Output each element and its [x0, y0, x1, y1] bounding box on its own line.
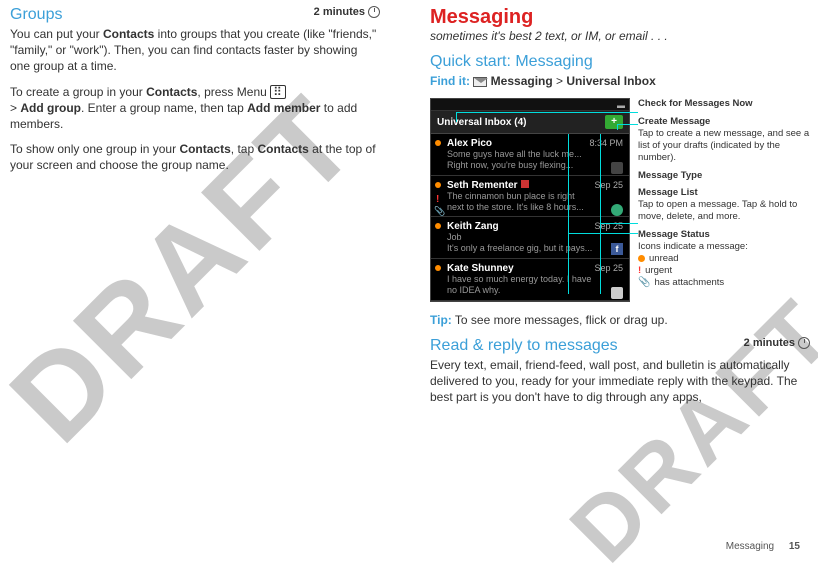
clock-icon: [368, 6, 380, 18]
callout-check: Check for Messages Now: [638, 98, 810, 110]
page-footer: Messaging 15: [726, 541, 800, 552]
msg-time: Sep 25: [594, 180, 623, 190]
callout-create: Create Message Tap to create a new messa…: [638, 116, 810, 164]
legend-unread: unread: [638, 253, 810, 265]
callout-status: Message Status Icons indicate a message:…: [638, 229, 810, 289]
paperclip-icon: 📎: [638, 277, 650, 290]
mail-icon: [611, 287, 623, 299]
tip-line: Tip: To see more messages, flick or drag…: [430, 312, 810, 328]
signal-icon: [617, 102, 625, 108]
urgent-mark-icon: !: [638, 265, 641, 277]
quickstart-heading: Quick start: Messaging: [430, 53, 810, 71]
clock-icon: [798, 337, 810, 349]
callout-type: Message Type: [638, 170, 810, 182]
unread-icon: [435, 265, 441, 271]
envelope-icon: [473, 77, 487, 87]
find-path-b: Universal Inbox: [566, 74, 655, 88]
badge-text: 2 minutes: [314, 6, 365, 18]
groups-p3: To show only one group in your Contacts,…: [10, 141, 380, 173]
find-it-label: Find it:: [430, 74, 470, 88]
msg-preview: Some guys have all the luck me...: [447, 149, 623, 160]
menu-icon: [270, 85, 286, 99]
msg-time: 8:34 PM: [589, 138, 623, 148]
footer-section: Messaging: [726, 541, 774, 552]
readreply-time-badge: 2 minutes: [744, 337, 810, 349]
legend-urgent: !urgent: [638, 265, 810, 277]
compose-button[interactable]: +: [605, 115, 623, 129]
messaging-heading: Messaging: [430, 6, 810, 29]
msg-preview2: It's only a freelance gig, but it pays..…: [447, 243, 623, 254]
tip-label: Tip:: [430, 313, 452, 327]
find-it-line: Find it: Messaging > Universal Inbox: [430, 73, 810, 89]
phone-statusbar: [431, 99, 629, 111]
unread-icon: [435, 140, 441, 146]
groups-p1: You can put your Contacts into groups th…: [10, 26, 380, 75]
messaging-subtitle: sometimes it's best 2 text, or IM, or em…: [430, 29, 810, 43]
globe-icon: [611, 204, 623, 216]
facebook-icon: f: [611, 243, 623, 255]
flag-icon: [521, 180, 529, 188]
inbox-title: Universal Inbox (4): [437, 117, 526, 128]
left-column: 2 minutes Groups You can put your Contac…: [10, 6, 380, 183]
phone-header: Universal Inbox (4) +: [431, 111, 629, 134]
msg-preview2: Right now, you're busy flexing...: [447, 160, 623, 171]
unread-dot-icon: [638, 255, 645, 262]
groups-p2: To create a group in your Contacts, pres…: [10, 84, 380, 133]
unread-icon: [435, 182, 441, 188]
msg-preview2: next to the store. It's like 8 hours...: [447, 202, 623, 213]
msg-time: Sep 25: [594, 263, 623, 273]
callouts: Check for Messages Now Create Message Ta…: [638, 98, 810, 301]
urgent-icon: !: [436, 194, 439, 205]
msg-preview: I have so much energy today. I have: [447, 274, 623, 285]
find-path-a: Messaging: [491, 74, 553, 88]
msg-preview: The cinnamon bun place is right: [447, 191, 623, 202]
phone-mock-area: Universal Inbox (4) + 8:34 PM Alex Pico …: [430, 98, 810, 301]
readreply-body: Every text, email, friend-feed, wall pos…: [430, 357, 810, 406]
callout-list: Message List Tap to open a message. Tap …: [638, 187, 810, 223]
footer-page: 15: [789, 541, 800, 552]
attachment-icon: 📎: [434, 206, 445, 217]
unread-icon: [435, 223, 441, 229]
groups-time-badge: 2 minutes: [314, 6, 380, 18]
msg-preview2: no IDEA why.: [447, 285, 623, 296]
badge-text: 2 minutes: [744, 337, 795, 349]
avatar-icon: [611, 162, 623, 174]
legend-attach: 📎has attachments: [638, 277, 810, 290]
right-column: Messaging sometimes it's best 2 text, or…: [430, 6, 810, 414]
